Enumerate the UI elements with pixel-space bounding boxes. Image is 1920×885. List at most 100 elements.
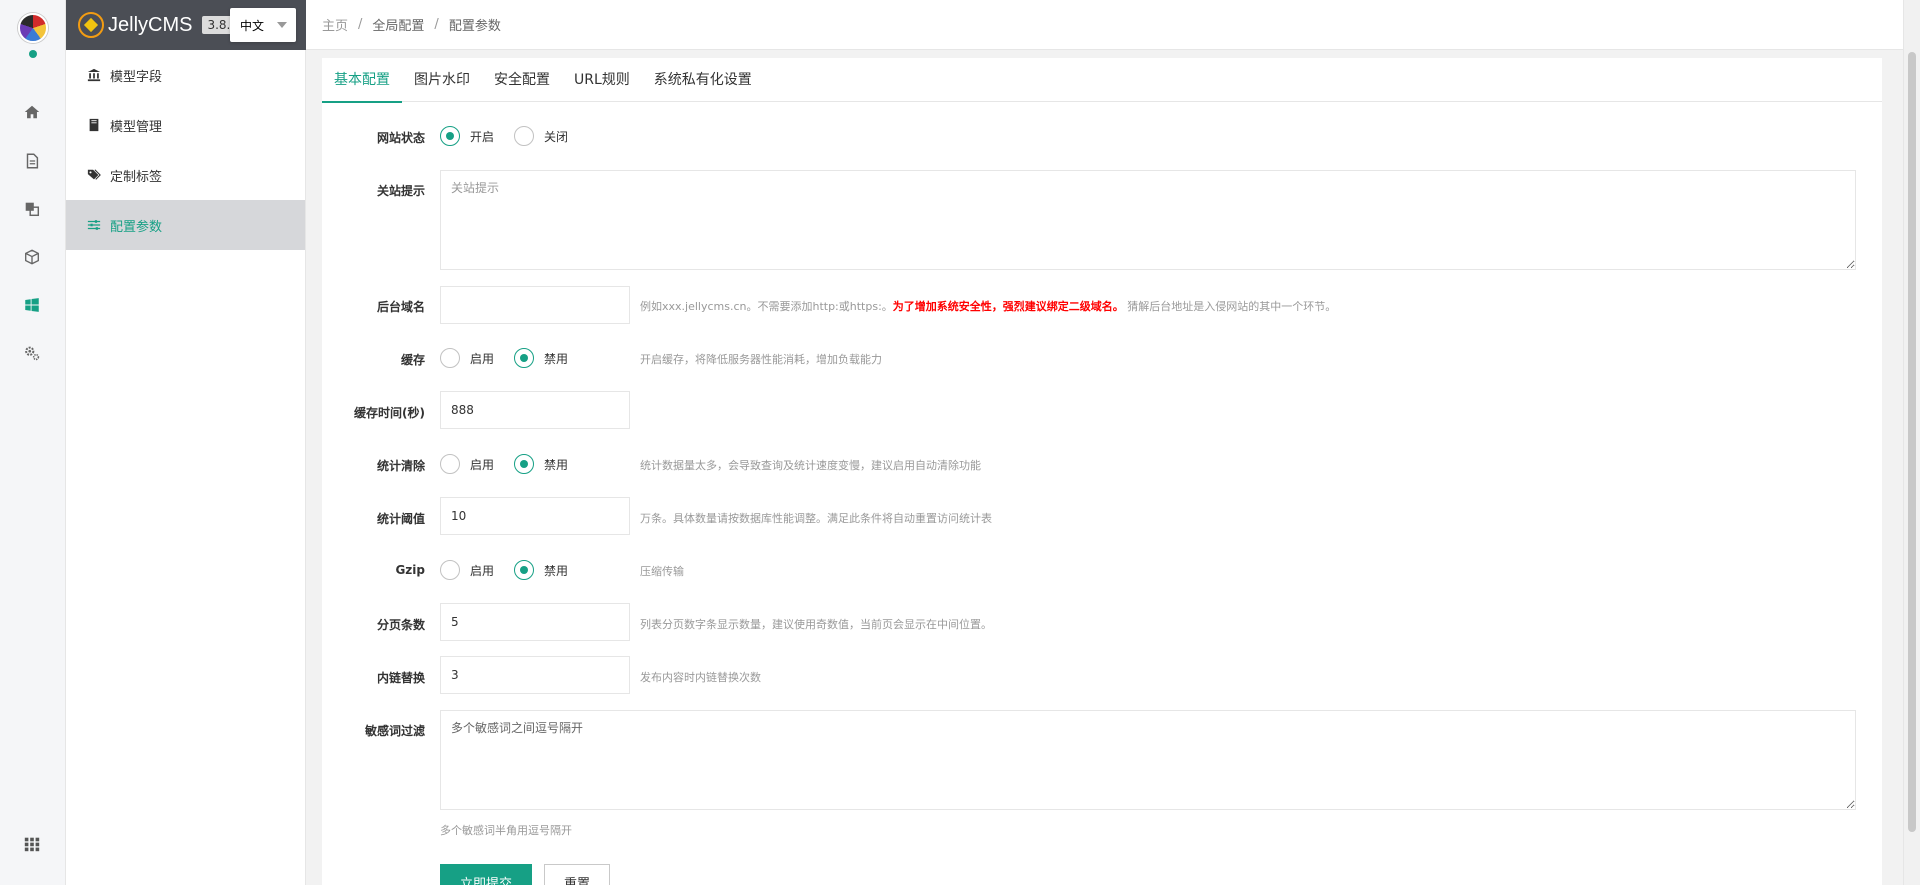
- logo-text: JellyCMS: [108, 13, 193, 36]
- radio-unchecked-icon: [440, 454, 460, 474]
- home-icon[interactable]: [21, 101, 43, 123]
- breadcrumb-separator: /: [358, 17, 363, 32]
- sensitive-words-row: 敏感词过滤: [322, 722, 425, 739]
- inner-link-hint: 发布内容时内链替换次数: [640, 671, 761, 684]
- sidebar-item-config-params[interactable]: 配置参数: [66, 200, 305, 250]
- sensitive-words-textarea[interactable]: 多个敏感词之间逗号隔开: [440, 710, 1856, 810]
- close-notice-row: 关站提示: [322, 182, 425, 199]
- stats-clean-disable-radio[interactable]: 禁用: [514, 454, 568, 474]
- radio-label: 禁用: [544, 457, 569, 472]
- tags-icon: [86, 167, 102, 183]
- radio-label: 开启: [470, 129, 495, 144]
- tab-url-rules[interactable]: URL规则: [562, 58, 642, 102]
- breadcrumb-config-params: 配置参数: [448, 19, 501, 34]
- stats-clean-hint: 统计数据量太多，会导致查询及统计速度变慢，建议启用自动清除功能: [640, 459, 981, 472]
- sensitive-words-label: 敏感词过滤: [364, 724, 425, 738]
- close-notice-textarea[interactable]: [440, 170, 1856, 270]
- cache-time-input[interactable]: 888: [440, 391, 630, 429]
- stats-threshold-hint: 万条。具体数量请按数据库性能调整。满足此条件将自动重置访问统计表: [640, 512, 992, 525]
- inner-link-input[interactable]: 3: [440, 656, 630, 694]
- admin-domain-hint-warning: 为了增加系统安全性，强烈建议绑定二级域名。: [892, 300, 1124, 313]
- submit-button[interactable]: 立即提交: [440, 864, 532, 885]
- cache-enable-radio[interactable]: 启用: [440, 348, 494, 368]
- page-size-label: 分页条数: [376, 618, 425, 632]
- site-status-open-radio[interactable]: 开启: [440, 126, 494, 146]
- windows-icon[interactable]: [21, 294, 43, 316]
- radio-label: 关闭: [544, 129, 569, 144]
- cache-radio-group: 启用 禁用: [440, 348, 588, 368]
- tab-basic-config[interactable]: 基本配置: [322, 58, 402, 103]
- sidebar-item-model-fields[interactable]: 模型字段: [66, 50, 305, 100]
- gzip-enable-radio[interactable]: 启用: [440, 560, 494, 580]
- radio-label: 启用: [470, 563, 495, 578]
- cube-icon[interactable]: [21, 246, 43, 268]
- admin-domain-input[interactable]: [440, 286, 630, 324]
- sidebar-item-label: 定制标签: [110, 169, 163, 185]
- inner-link-row: 内链替换: [322, 669, 425, 686]
- admin-domain-hint-suffix: 猜解后台地址是入侵网站的其中一个环节。: [1123, 300, 1337, 313]
- online-status-dot: [29, 50, 37, 58]
- tab-bar: 基本配置 图片水印 安全配置 URL规则 系统私有化设置: [322, 58, 1882, 103]
- breadcrumb: 主页 / 全局配置 / 配置参数: [306, 0, 1920, 50]
- chevron-down-icon: [277, 22, 287, 28]
- sidebar-item-custom-tags[interactable]: 定制标签: [66, 150, 305, 200]
- radio-checked-icon: [440, 126, 460, 146]
- tab-image-watermark[interactable]: 图片水印: [402, 58, 482, 102]
- site-status-radio-group: 开启 关闭: [440, 126, 588, 146]
- stats-clean-enable-radio[interactable]: 启用: [440, 454, 494, 474]
- breadcrumb-global-config[interactable]: 全局配置: [372, 15, 424, 34]
- settings-icon[interactable]: [21, 342, 43, 364]
- layers-icon[interactable]: [21, 198, 43, 220]
- page-size-input[interactable]: 5: [440, 603, 630, 641]
- radio-label: 禁用: [544, 351, 569, 366]
- cache-time-row: 缓存时间(秒): [322, 404, 425, 421]
- breadcrumb-separator: /: [434, 17, 439, 32]
- admin-domain-row: 后台域名: [322, 298, 425, 315]
- stats-clean-row: 统计清除: [322, 457, 425, 474]
- scrollbar-thumb[interactable]: [1908, 52, 1916, 832]
- language-select[interactable]: 中文: [230, 8, 296, 42]
- tab-privatization-settings[interactable]: 系统私有化设置: [642, 58, 764, 102]
- cache-label: 缓存: [400, 353, 425, 367]
- logo-bar: JellyCMS 3.8.1 中文: [66, 0, 306, 50]
- stats-threshold-input[interactable]: 10: [440, 497, 630, 535]
- cache-disable-radio[interactable]: 禁用: [514, 348, 568, 368]
- breadcrumb-home[interactable]: 主页: [322, 15, 348, 34]
- gzip-disable-radio[interactable]: 禁用: [514, 560, 568, 580]
- radio-checked-icon: [514, 348, 535, 368]
- icon-rail: [0, 0, 66, 885]
- close-notice-label: 关站提示: [376, 184, 425, 198]
- sliders-icon: [86, 217, 102, 233]
- sidebar-item-label: 模型管理: [110, 119, 163, 135]
- page-scrollbar[interactable]: [1903, 0, 1920, 885]
- gzip-radio-group: 启用 禁用: [440, 560, 588, 580]
- radio-checked-icon: [514, 560, 535, 580]
- config-panel: 基本配置 图片水印 安全配置 URL规则 系统私有化设置 网站状态 开启 关闭 …: [322, 58, 1882, 885]
- site-status-close-radio[interactable]: 关闭: [514, 126, 568, 146]
- page-size-row: 分页条数: [322, 616, 425, 633]
- tab-security-config[interactable]: 安全配置: [482, 58, 562, 102]
- admin-domain-hint-prefix: 例如xxx.jellycms.cn。不需要添加http:或https:。: [640, 300, 893, 313]
- sidebar-item-model-manage[interactable]: 模型管理: [66, 100, 305, 150]
- radio-unchecked-icon: [440, 348, 460, 368]
- reset-button[interactable]: 重置: [544, 864, 610, 885]
- document-icon[interactable]: [21, 150, 43, 172]
- cache-time-label: 缓存时间(秒): [354, 406, 425, 420]
- radio-unchecked-icon: [514, 126, 535, 146]
- radio-label: 禁用: [544, 563, 569, 578]
- stats-clean-radio-group: 启用 禁用: [440, 454, 588, 474]
- radio-label: 启用: [470, 351, 495, 366]
- sidebar: 模型字段 模型管理 定制标签 配置参数: [66, 50, 306, 885]
- inner-link-label: 内链替换: [376, 671, 425, 685]
- apps-grid-icon[interactable]: [21, 833, 43, 855]
- stats-clean-label: 统计清除: [376, 459, 425, 473]
- gzip-label: Gzip: [395, 563, 425, 577]
- avatar[interactable]: [18, 13, 48, 43]
- gzip-hint: 压缩传输: [640, 565, 684, 578]
- radio-label: 启用: [470, 457, 495, 472]
- jellycms-logo-icon: [78, 12, 104, 38]
- sidebar-item-label: 配置参数: [110, 219, 163, 235]
- stats-threshold-label: 统计阈值: [376, 512, 425, 526]
- book-icon: [86, 117, 102, 133]
- site-status-row: 网站状态: [322, 129, 425, 146]
